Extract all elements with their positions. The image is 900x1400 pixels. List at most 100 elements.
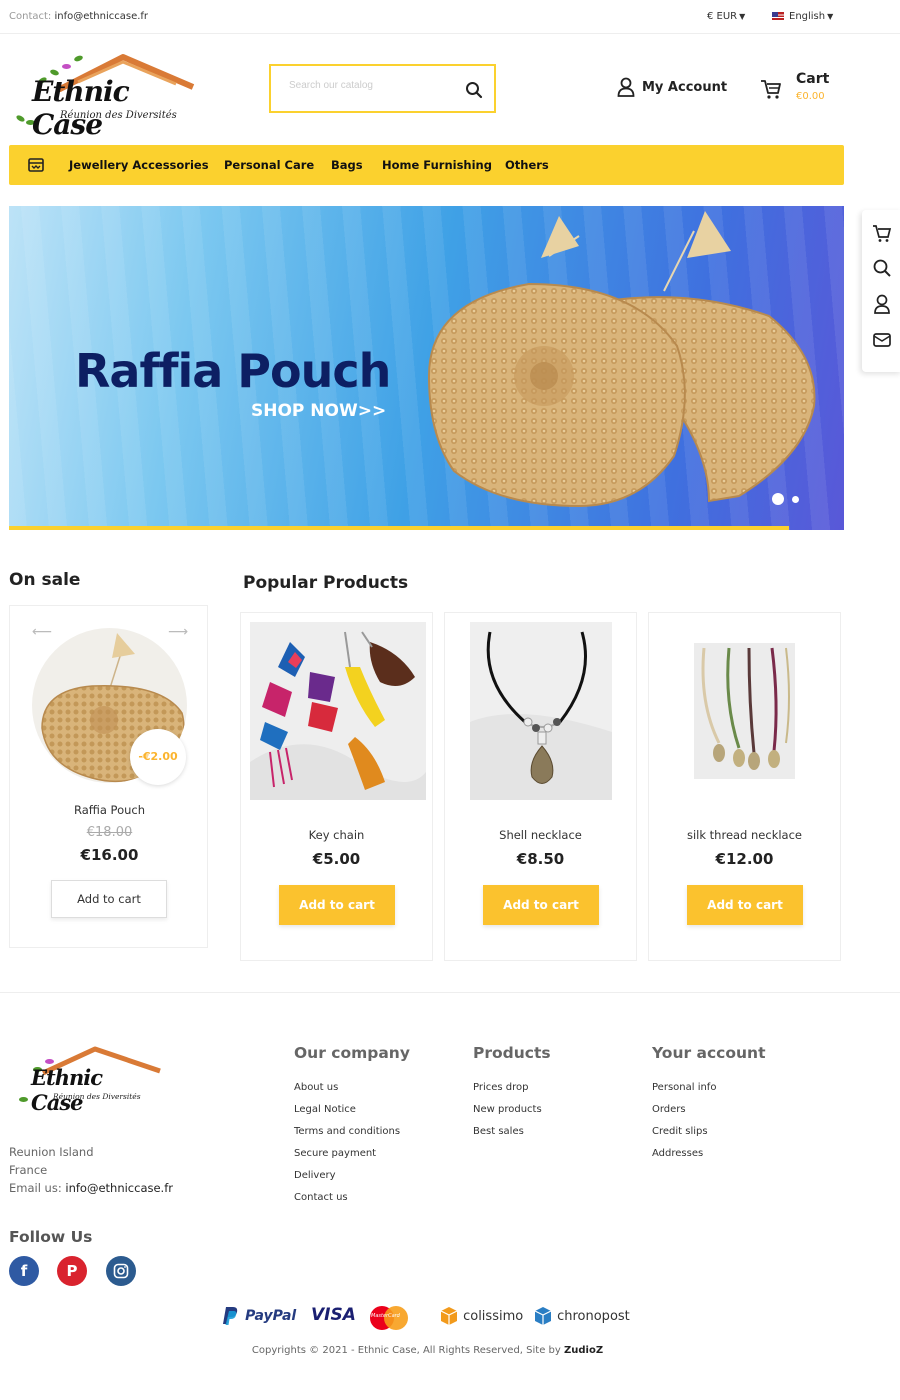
nav-item-personal-care[interactable]: Personal Care bbox=[224, 158, 314, 172]
credit-link[interactable]: ZudioZ bbox=[564, 1345, 603, 1356]
store-icon[interactable] bbox=[27, 156, 45, 174]
footer-link-orders[interactable]: Orders bbox=[652, 1104, 686, 1115]
footer-email: Email us: info@ethniccase.fr bbox=[9, 1181, 173, 1195]
pinterest-icon[interactable]: P bbox=[57, 1256, 87, 1286]
cart-total: €0.00 bbox=[796, 91, 825, 102]
user-icon[interactable] bbox=[872, 294, 892, 314]
colissimo-text: colissimo bbox=[463, 1309, 524, 1324]
top-bar: Contact: info@ethniccase.fr € EUR ▼ Engli… bbox=[0, 0, 900, 34]
visa-logo: VISA bbox=[311, 1305, 356, 1329]
footer-link-about[interactable]: About us bbox=[294, 1082, 338, 1093]
footer-link-delivery[interactable]: Delivery bbox=[294, 1170, 336, 1181]
product-price: €5.00 bbox=[312, 850, 361, 868]
popular-products-heading: Popular Products bbox=[243, 573, 409, 593]
search-icon[interactable] bbox=[465, 81, 483, 99]
product-price: €12.00 bbox=[715, 850, 774, 868]
search-box bbox=[269, 64, 496, 113]
follow-us-heading: Follow Us bbox=[9, 1228, 93, 1246]
chevron-down-icon: ▼ bbox=[827, 12, 834, 21]
product-image[interactable] bbox=[250, 622, 426, 800]
product-name[interactable]: silk thread necklace bbox=[649, 828, 840, 842]
product-old-price: €18.00 bbox=[86, 825, 133, 840]
cart-icon[interactable] bbox=[872, 223, 892, 243]
cart-label: Cart bbox=[796, 71, 830, 87]
copyright-text: Copyrights © 2021 - Ethnic Case, All Rig… bbox=[251, 1345, 561, 1356]
currency-selector[interactable]: € EUR ▼ bbox=[707, 11, 745, 22]
language-selector[interactable]: English ▼ bbox=[772, 11, 833, 22]
contact-email-link[interactable]: info@ethniccase.fr bbox=[54, 11, 148, 22]
footer-link-addresses[interactable]: Addresses bbox=[652, 1148, 703, 1159]
sticky-sidebar bbox=[862, 210, 900, 372]
footer-link-new-products[interactable]: New products bbox=[473, 1104, 542, 1115]
raffia-pouch-image bbox=[427, 211, 816, 508]
email-link[interactable]: info@ethniccase.fr bbox=[65, 1181, 173, 1195]
mastercard-logo: MasterCard bbox=[367, 1305, 411, 1330]
leaf-icon bbox=[19, 1097, 28, 1102]
address-line: Reunion Island bbox=[9, 1145, 94, 1159]
product-name[interactable]: Key chain bbox=[241, 828, 432, 842]
cart-link[interactable]: Cart €0.00 bbox=[760, 70, 840, 110]
paypal-logo: PayPal bbox=[222, 1305, 296, 1329]
facebook-icon[interactable]: f bbox=[9, 1256, 39, 1286]
add-to-cart-button[interactable]: Add to cart bbox=[687, 885, 803, 925]
footer-divider bbox=[0, 992, 900, 993]
product-image[interactable] bbox=[694, 643, 795, 779]
leaf-icon bbox=[15, 114, 26, 123]
nav-item-bags[interactable]: Bags bbox=[331, 158, 363, 172]
logo-name: Ethnic Case bbox=[32, 75, 130, 141]
chevron-down-icon: ▼ bbox=[739, 12, 746, 21]
language-label: English bbox=[789, 11, 826, 22]
slider-dot-active[interactable] bbox=[772, 493, 784, 505]
search-input[interactable] bbox=[289, 80, 459, 91]
colissimo-box-icon bbox=[440, 1306, 458, 1325]
paypal-icon bbox=[223, 1306, 238, 1325]
footer-link-terms[interactable]: Terms and conditions bbox=[294, 1126, 400, 1137]
contact-label: Contact: bbox=[9, 11, 52, 22]
mastercard-text: MasterCard bbox=[371, 1313, 400, 1319]
slider-dot[interactable] bbox=[792, 496, 799, 503]
flower-icon bbox=[45, 1059, 54, 1064]
product-price: €16.00 bbox=[80, 846, 139, 864]
chronopost-logo: chronopost bbox=[534, 1305, 630, 1329]
instagram-icon[interactable] bbox=[106, 1256, 136, 1286]
footer-link-prices-drop[interactable]: Prices drop bbox=[473, 1082, 529, 1093]
arrow-right-icon[interactable]: ⟶ bbox=[168, 624, 188, 640]
nav-item-jewellery[interactable]: Jewellery Accessories bbox=[69, 158, 209, 172]
site-logo[interactable]: Ethnic Case Réunion des Diversités bbox=[10, 42, 195, 141]
copyright: Copyrights © 2021 - Ethnic Case, All Rig… bbox=[0, 1345, 855, 1356]
chronopost-box-icon bbox=[534, 1306, 552, 1325]
footer-link-personal-info[interactable]: Personal info bbox=[652, 1082, 716, 1093]
your-account-heading: Your account bbox=[652, 1044, 766, 1062]
shop-now-link[interactable]: SHOP NOW>> bbox=[251, 401, 386, 421]
product-name[interactable]: Raffia Pouch bbox=[10, 803, 209, 817]
slider-progress-bar bbox=[9, 526, 789, 530]
on-sale-card: ⟵ ⟶ -€2.00 Raffia Pouch €18.00 €16.00 Ad… bbox=[9, 605, 208, 948]
nav-item-others[interactable]: Others bbox=[505, 158, 549, 172]
footer-logo[interactable]: Ethnic Case Réunion des Diversités bbox=[15, 1045, 161, 1115]
footer-link-legal[interactable]: Legal Notice bbox=[294, 1104, 356, 1115]
visa-text: VISA bbox=[311, 1305, 356, 1325]
footer-link-best-sales[interactable]: Best sales bbox=[473, 1126, 524, 1137]
my-account-link[interactable]: My Account bbox=[617, 77, 727, 99]
footer-link-secure-payment[interactable]: Secure payment bbox=[294, 1148, 376, 1159]
logo-name: Ethnic Case bbox=[31, 1065, 103, 1115]
colissimo-logo: colissimo bbox=[440, 1305, 523, 1329]
mail-icon[interactable] bbox=[872, 330, 892, 350]
search-icon[interactable] bbox=[872, 258, 892, 278]
add-to-cart-button[interactable]: Add to cart bbox=[483, 885, 599, 925]
footer-link-contact[interactable]: Contact us bbox=[294, 1192, 348, 1203]
footer-link-credit-slips[interactable]: Credit slips bbox=[652, 1126, 708, 1137]
flower-icon bbox=[62, 64, 71, 69]
currency-label: € EUR bbox=[707, 11, 738, 22]
discount-badge: -€2.00 bbox=[130, 729, 186, 785]
product-image[interactable] bbox=[470, 622, 612, 800]
my-account-label: My Account bbox=[642, 80, 728, 95]
product-name[interactable]: Shell necklace bbox=[445, 828, 636, 842]
products-heading: Products bbox=[473, 1044, 551, 1062]
add-to-cart-button[interactable]: Add to cart bbox=[279, 885, 395, 925]
arrow-left-icon[interactable]: ⟵ bbox=[32, 624, 52, 640]
nav-item-home-furnishing[interactable]: Home Furnishing bbox=[382, 158, 492, 172]
add-to-cart-button[interactable]: Add to cart bbox=[51, 880, 167, 918]
email-label: Email us: bbox=[9, 1181, 62, 1195]
hero-banner[interactable]: Raffia Pouch SHOP NOW>> bbox=[9, 206, 844, 530]
